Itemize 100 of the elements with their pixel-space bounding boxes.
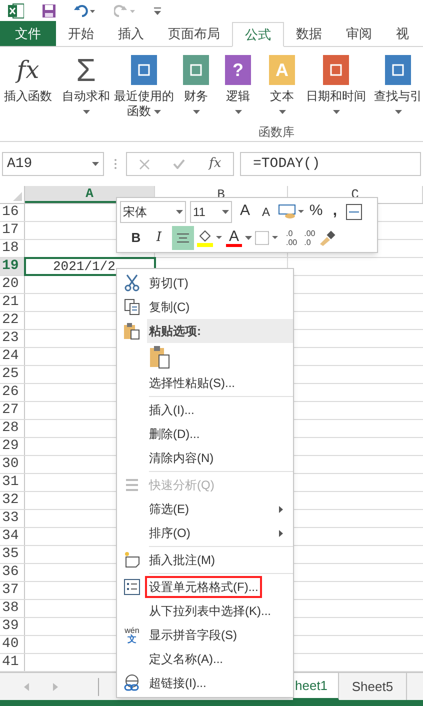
ribbon-tab[interactable]: 数据	[284, 21, 334, 46]
menu-item-label: 复制(C)	[148, 299, 191, 316]
formula-field[interactable]: =TODAY()	[240, 152, 421, 176]
scissors-icon	[123, 274, 141, 292]
row-header[interactable]: 17	[0, 222, 25, 239]
menu-item[interactable]: 排序(O)	[117, 521, 293, 545]
dropdown-caret-icon	[222, 210, 229, 214]
row-header[interactable]: 27	[0, 402, 25, 419]
quick-analysis-icon	[123, 476, 141, 494]
row-header[interactable]: 31	[0, 474, 25, 491]
row-header[interactable]: 16	[0, 204, 25, 221]
ribbon-tab[interactable]: 开始	[56, 21, 106, 46]
row-header[interactable]: 34	[0, 528, 25, 545]
ribbon-button[interactable]: fx 插入函数	[0, 55, 56, 104]
row-header[interactable]: 25	[0, 366, 25, 383]
font-color-button[interactable]: A	[226, 228, 242, 247]
row-header[interactable]: 29	[0, 438, 25, 455]
ribbon-tab[interactable]: 公式	[232, 22, 284, 47]
menu-item[interactable]: 筛选(E)	[117, 497, 293, 521]
menu-item-label: 剪切(T)	[148, 275, 190, 292]
row-header[interactable]: 20	[0, 276, 25, 293]
ribbon-button[interactable]: 日期和时间	[304, 55, 368, 119]
font-field[interactable]: 宋体	[120, 200, 186, 222]
font-size-field[interactable]: 11	[190, 200, 232, 222]
row-header[interactable]: 37	[0, 582, 25, 599]
row-header[interactable]: 28	[0, 420, 25, 437]
menu-item[interactable]: 删除(D)...	[117, 422, 293, 446]
menu-item[interactable]: 设置单元格格式(F)...	[117, 575, 293, 599]
menu-item-label: 清除内容(N)	[148, 450, 215, 467]
money-icon[interactable]	[278, 204, 304, 220]
menu-item[interactable]: 清除内容(N)	[117, 446, 293, 470]
decrease-decimal-button[interactable]: .00 .0	[300, 228, 316, 247]
row-header[interactable]: 21	[0, 294, 25, 311]
sheet-tab[interactable]: heet1	[293, 673, 339, 700]
ribbon-tab[interactable]: 页面布局	[156, 21, 232, 46]
menu-item[interactable]: 超链接(I)...	[117, 671, 293, 695]
dropdown-caret-icon	[92, 162, 99, 166]
customize-caret-icon[interactable]	[154, 7, 161, 15]
undo-icon[interactable]	[74, 5, 96, 17]
menu-item[interactable]: 定义名称(A)...	[117, 647, 293, 671]
bold-button[interactable]: B	[126, 228, 146, 248]
table-cell[interactable]: 2021/1/2	[25, 258, 155, 275]
insert-function-button[interactable]: fx	[209, 154, 222, 174]
shrink-font-button[interactable]: A	[258, 202, 274, 220]
row-header[interactable]: 19	[0, 258, 25, 275]
italic-button[interactable]: I	[149, 228, 169, 248]
row-header[interactable]: 22	[0, 312, 25, 329]
row-header[interactable]: 38	[0, 600, 25, 617]
row-header[interactable]: 32	[0, 492, 25, 509]
save-icon[interactable]	[42, 4, 56, 18]
row-header[interactable]: 39	[0, 618, 25, 635]
menu-item-label: 显示拼音字段(S)	[148, 627, 238, 644]
ribbon-tab[interactable]: 插入	[106, 21, 156, 46]
row-header[interactable]: 23	[0, 330, 25, 347]
menu-item[interactable]: 从下拉列表中选择(K)...	[117, 599, 293, 623]
row-header[interactable]: 33	[0, 510, 25, 527]
menu-item[interactable]: 插入(I)...	[117, 398, 293, 422]
grip-icon	[114, 158, 116, 170]
globe-link-icon	[123, 674, 141, 692]
row-header[interactable]: 40	[0, 636, 25, 653]
format-list-icon	[123, 578, 141, 596]
row-header[interactable]: 36	[0, 564, 25, 581]
format-painter-icon[interactable]	[318, 230, 336, 246]
check-icon[interactable]	[173, 159, 186, 169]
ribbon-button[interactable]: 财务	[176, 55, 216, 119]
column-width-icon[interactable]	[346, 204, 362, 220]
menu-item[interactable]: 插入批注(M)	[117, 548, 293, 572]
row-header[interactable]: 18	[0, 240, 25, 257]
menu-item[interactable]: 选择性粘贴(S)...	[117, 371, 293, 395]
menu-item[interactable]: 复制(C)	[117, 295, 293, 319]
ribbon-button[interactable]: Σ 自动求和	[60, 55, 112, 119]
ribbon-tab[interactable]: 视	[384, 21, 421, 46]
increase-decimal-button[interactable]: .0 .00	[282, 228, 298, 247]
percent-button[interactable]: %	[308, 200, 324, 223]
ribbon-button[interactable]: A 文本	[260, 55, 304, 119]
sigma-icon: Σ	[76, 55, 96, 85]
paste-icon[interactable]	[149, 345, 171, 369]
borders-icon[interactable]	[255, 230, 279, 245]
row-header[interactable]: 26	[0, 384, 25, 401]
align-center-icon	[177, 232, 189, 243]
ribbon-button[interactable]: ? 逻辑	[216, 55, 260, 119]
fill-color-icon[interactable]	[197, 228, 223, 247]
dropdown-caret-icon	[245, 236, 252, 240]
center-align-button[interactable]	[172, 226, 194, 250]
ribbon-button[interactable]: 最近使用的 函数	[112, 55, 176, 119]
name-box[interactable]: A19	[2, 152, 104, 176]
menu-item-label: 插入(I)...	[148, 402, 196, 419]
menu-item[interactable]: wén 文 显示拼音字段(S)	[117, 623, 293, 647]
spreadsheet-logo-icon[interactable]	[8, 3, 24, 19]
row-header[interactable]: 41	[0, 654, 25, 671]
file-tab[interactable]: 文件	[0, 21, 56, 46]
menu-item-label: 插入批注(M)	[148, 552, 216, 569]
comma-button[interactable]: ,	[328, 200, 342, 223]
menu-header: 粘贴选项:	[147, 319, 293, 343]
ribbon-tab[interactable]: 审阅	[334, 21, 384, 46]
ribbon-button[interactable]: 查找与引	[368, 55, 423, 119]
row-header[interactable]: 24	[0, 348, 25, 365]
row-header[interactable]: 30	[0, 456, 25, 473]
grow-font-button[interactable]: A	[236, 200, 254, 223]
row-header[interactable]: 35	[0, 546, 25, 563]
